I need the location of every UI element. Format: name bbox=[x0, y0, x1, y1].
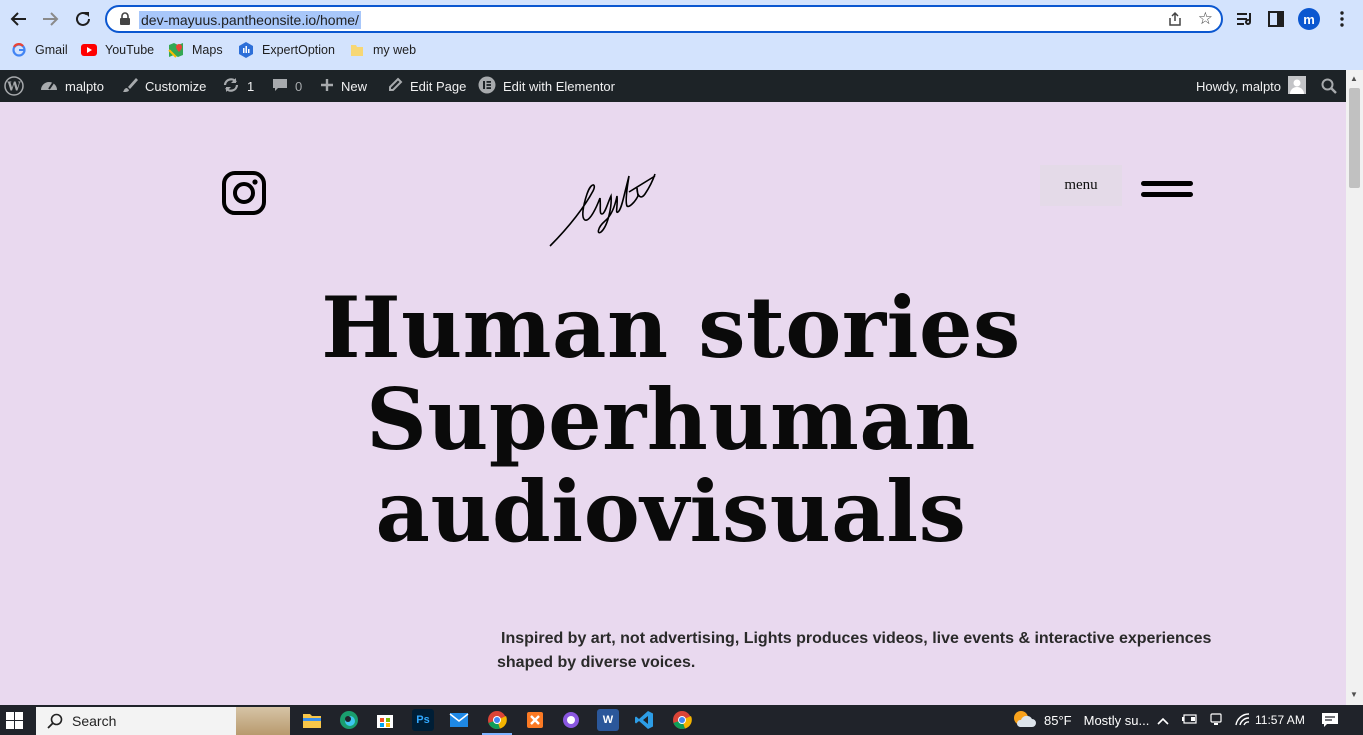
file-explorer-icon[interactable] bbox=[301, 709, 323, 731]
search-highlight-image bbox=[236, 707, 290, 735]
comment-icon bbox=[272, 77, 288, 96]
bookmark-expertoption[interactable]: ExpertOption bbox=[238, 42, 335, 58]
hero-tagline: Inspired by art, not advertising, Lights… bbox=[497, 630, 1212, 671]
wp-updates[interactable]: 1 bbox=[222, 70, 254, 102]
paintbrush-icon bbox=[122, 77, 138, 96]
expertoption-icon bbox=[238, 42, 254, 58]
svg-text:W: W bbox=[6, 80, 21, 94]
wifi-icon[interactable] bbox=[1235, 712, 1251, 729]
scroll-down-icon[interactable]: ▼ bbox=[1350, 690, 1358, 699]
word-icon[interactable]: W bbox=[597, 709, 619, 731]
plus-icon bbox=[320, 78, 334, 95]
bookmark-youtube[interactable]: YouTube bbox=[81, 42, 154, 58]
lights-logo-script bbox=[549, 173, 656, 247]
google-icon bbox=[11, 42, 27, 58]
browser-toolbar: dev-mayuus.pantheonsite.io/home/ ☆ m Gma… bbox=[0, 0, 1363, 70]
profile-avatar[interactable]: m bbox=[1298, 8, 1320, 30]
notifications-icon[interactable] bbox=[1321, 705, 1339, 735]
windows-start-icon[interactable] bbox=[6, 712, 23, 734]
url-text[interactable]: dev-mayuus.pantheonsite.io/home/ bbox=[139, 11, 361, 29]
wp-edit-elementor[interactable]: Edit with Elementor bbox=[478, 70, 615, 102]
site-logo[interactable] bbox=[545, 166, 660, 257]
photoshop-icon[interactable]: Ps bbox=[412, 709, 434, 731]
wp-edit-page[interactable]: Edit Page bbox=[387, 70, 466, 102]
battery-icon[interactable] bbox=[1181, 713, 1197, 728]
bookmark-star-icon[interactable]: ☆ bbox=[1198, 9, 1213, 29]
bookmark-maps[interactable]: Maps bbox=[168, 42, 223, 58]
wordpress-logo-icon[interactable]: W bbox=[4, 70, 24, 102]
wp-my-account[interactable]: Howdy, malpto bbox=[1196, 70, 1307, 102]
wp-admin-bar: W malpto Customize 1 0 New Edit Page Edi… bbox=[0, 70, 1363, 102]
vscode-icon[interactable] bbox=[633, 709, 655, 731]
edge-icon[interactable] bbox=[338, 709, 360, 731]
page-scrollbar[interactable]: ▲ ▼ bbox=[1346, 70, 1363, 705]
weather-widget[interactable]: 85°F Mostly su... bbox=[1012, 705, 1149, 735]
side-panel-icon[interactable] bbox=[1265, 8, 1287, 30]
scroll-up-icon[interactable]: ▲ bbox=[1350, 74, 1358, 83]
share-icon[interactable] bbox=[1167, 11, 1183, 32]
bookmark-my-web[interactable]: my web bbox=[349, 42, 416, 58]
reading-list-icon[interactable] bbox=[1234, 8, 1256, 30]
weather-sun-cloud-icon bbox=[1012, 709, 1036, 732]
maps-icon bbox=[168, 42, 184, 58]
youtube-icon bbox=[81, 42, 97, 58]
hero-heading: Human stories Superhuman audiovisuals bbox=[0, 282, 1342, 558]
search-icon bbox=[47, 713, 63, 732]
elementor-icon bbox=[478, 76, 496, 97]
bookmark-gmail[interactable]: Gmail bbox=[11, 42, 68, 58]
mail-icon[interactable] bbox=[448, 709, 470, 731]
chrome-active-icon[interactable] bbox=[486, 709, 508, 731]
hamburger-line bbox=[1141, 181, 1193, 186]
wp-search-icon[interactable] bbox=[1321, 70, 1337, 102]
hamburger-line bbox=[1141, 192, 1193, 197]
windows-taskbar: Search Ps W 85°F Mostly su... 11:57 AM bbox=[0, 705, 1363, 735]
microsoft-store-icon[interactable] bbox=[374, 709, 396, 731]
back-icon[interactable] bbox=[6, 6, 32, 32]
address-bar[interactable]: dev-mayuus.pantheonsite.io/home/ ☆ bbox=[105, 5, 1223, 33]
folder-icon bbox=[349, 42, 365, 58]
menu-button[interactable]: menu bbox=[1040, 165, 1122, 206]
pencil-icon bbox=[387, 77, 403, 96]
wp-comments[interactable]: 0 bbox=[272, 70, 302, 102]
taskbar-search[interactable]: Search bbox=[36, 707, 290, 735]
user-avatar-icon bbox=[1288, 75, 1307, 97]
wp-customize[interactable]: Customize bbox=[122, 70, 206, 102]
dashboard-icon bbox=[40, 77, 58, 96]
forward-icon[interactable] bbox=[37, 6, 63, 32]
updates-icon bbox=[222, 77, 240, 96]
more-menu-icon[interactable] bbox=[1331, 8, 1353, 30]
hero-line-2: Superhuman bbox=[366, 370, 976, 469]
instagram-icon[interactable] bbox=[222, 171, 266, 220]
hero-line-1: Human stories bbox=[321, 278, 1021, 377]
github-desktop-icon[interactable] bbox=[560, 709, 582, 731]
system-tray bbox=[1157, 705, 1251, 735]
lock-icon[interactable] bbox=[119, 12, 131, 31]
hero-line-3: audiovisuals bbox=[375, 462, 967, 561]
xampp-icon[interactable] bbox=[524, 709, 546, 731]
scrollbar-thumb[interactable] bbox=[1349, 88, 1360, 188]
site-page: menu Human stories Superhuman audiovisua… bbox=[0, 102, 1346, 705]
chrome-icon[interactable] bbox=[671, 709, 693, 731]
clock[interactable]: 11:57 AM bbox=[1255, 705, 1305, 735]
reload-icon[interactable] bbox=[70, 6, 96, 32]
bookmarks-bar: Gmail YouTube Maps ExpertOption my web bbox=[0, 40, 1363, 62]
wp-site-name[interactable]: malpto bbox=[40, 70, 104, 102]
wp-new[interactable]: New bbox=[320, 70, 367, 102]
network-icon[interactable] bbox=[1209, 712, 1223, 729]
chevron-up-icon[interactable] bbox=[1157, 713, 1169, 728]
hamburger-menu-icon[interactable] bbox=[1141, 181, 1193, 203]
